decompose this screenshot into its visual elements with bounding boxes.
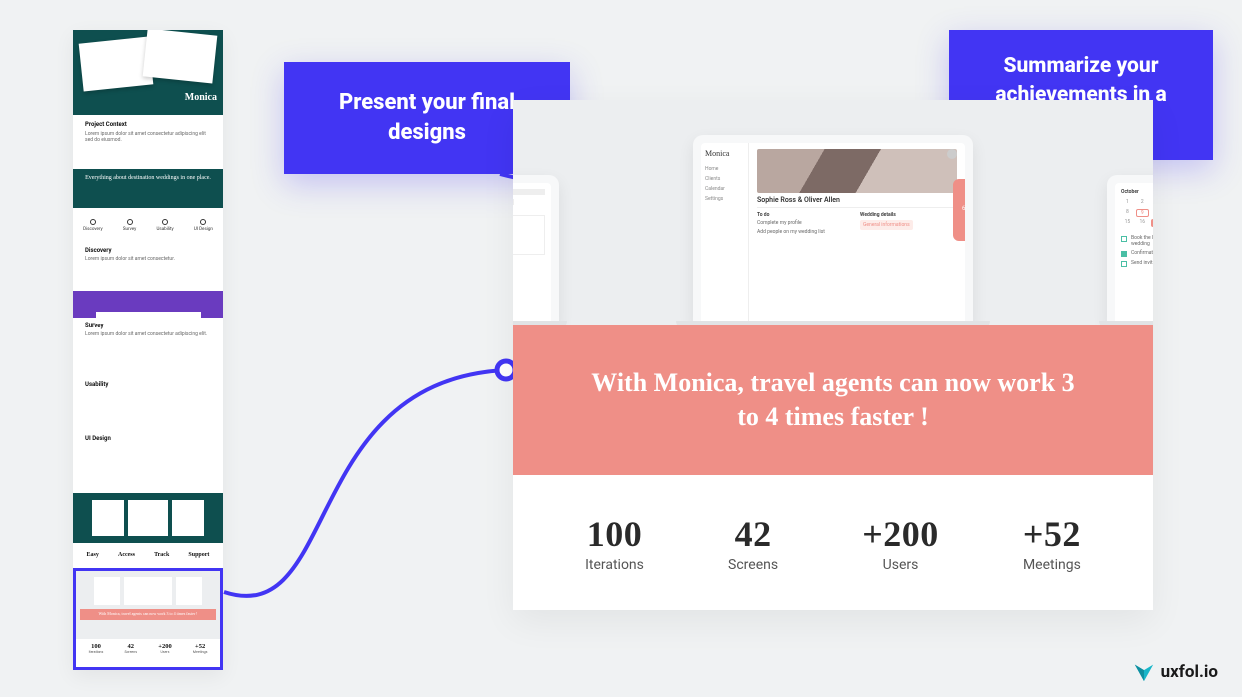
- mock-calendar: 1234567 891011121314 15161718192021: [1121, 199, 1153, 227]
- mock-countdown-widget: 6 months before your wedding: [953, 179, 965, 241]
- mock-pill: General informations: [860, 220, 913, 230]
- stat-label: Screens: [728, 557, 778, 573]
- thumb-feature: Access: [118, 552, 135, 558]
- mock-card-heading: Wedding details: [860, 212, 957, 218]
- thumb-step: Discovery: [83, 227, 103, 232]
- thumb-step: Usability: [156, 227, 173, 232]
- thumb-ui: UI Design: [73, 431, 223, 493]
- stat-label: Meetings: [1023, 557, 1081, 573]
- thumb-discovery: Discovery Lorem ipsum dolor sit amet con…: [73, 243, 223, 291]
- laptop-mockup-left: [513, 175, 559, 325]
- detail-panel: ‹ › Monica Home Clients Calendar: [513, 100, 1153, 610]
- thumb-usability: Usability: [73, 377, 223, 431]
- thumb-mini-stat-label: Meetings: [193, 650, 207, 654]
- brand-name: uxfol.io: [1161, 662, 1218, 682]
- thumb-feature: Easy: [87, 552, 99, 558]
- case-study-thumbnail: Monica Project Context Lorem ipsum dolor…: [73, 30, 223, 670]
- stat-value: 42: [728, 513, 778, 555]
- headline-band: With Monica, travel agents can now work …: [513, 325, 1153, 475]
- thumb-survey: Survey Lorem ipsum dolor sit amet consec…: [73, 318, 223, 376]
- mock-card-text: Add people on my wedding list: [757, 229, 854, 235]
- mock-nav-item: Settings: [705, 196, 744, 202]
- thumb-step: UI Design: [194, 227, 213, 232]
- stat-item: 42 Screens: [728, 513, 778, 573]
- stats-row: 100 Iterations 42 Screens +200 Users +52…: [513, 475, 1153, 610]
- stat-label: Iterations: [585, 557, 644, 573]
- thumb-hero-title: Monica: [185, 92, 217, 103]
- mock-profile-names: Sophie Ross & Oliver Allen: [757, 193, 957, 208]
- thumb-steps: Discovery Survey Usability UI Design: [73, 208, 223, 243]
- mock-nav-item: Calendar: [705, 186, 744, 192]
- thumb-discovery-heading: Discovery: [85, 247, 211, 254]
- stat-value: 100: [585, 513, 644, 555]
- thumb-band: Everything about destination weddings in…: [73, 169, 223, 208]
- thumb-mini-stat-label: Screens: [125, 650, 138, 654]
- stat-item: 100 Iterations: [585, 513, 644, 573]
- thumb-mini-stat-value: +52: [193, 643, 207, 650]
- brand-logo: uxfol.io: [1133, 661, 1218, 683]
- stat-value: +200: [862, 513, 939, 555]
- thumb-mini-band: With Monica, travel agents can now work …: [80, 609, 216, 620]
- thumb-feature: Track: [154, 552, 169, 558]
- thumb-mini-stats: 100Iterations 42Screens +200Users +52Mee…: [76, 639, 220, 667]
- thumb-feature: Support: [188, 552, 209, 558]
- stat-label: Users: [862, 557, 939, 573]
- laptop-mockup-right: October 1234567 891011121314 15161718192…: [1107, 175, 1153, 325]
- mock-task: Confirmation with caterer: [1131, 250, 1153, 256]
- mock-task: Send invites: [1131, 260, 1153, 266]
- stat-item: +200 Users: [862, 513, 939, 573]
- thumb-mini-final: With Monica, travel agents can now work …: [76, 571, 220, 639]
- mock-logo: Monica: [705, 149, 744, 158]
- avatar-icon: [947, 149, 957, 159]
- thumb-mini-ui: [73, 493, 223, 543]
- thumb-hero: Monica: [73, 30, 223, 115]
- stat-item: +52 Meetings: [1023, 513, 1081, 573]
- thumb-mini-stat-label: Iterations: [89, 650, 104, 654]
- thumb-purple-mock: [73, 291, 223, 318]
- thumb-mini-stat-label: Users: [158, 650, 171, 654]
- thumb-highlighted-section: With Monica, travel agents can now work …: [73, 568, 223, 670]
- thumb-step: Survey: [123, 227, 136, 232]
- mock-sidebar: Monica Home Clients Calendar Settings: [701, 143, 749, 325]
- mock-nav-item: Home: [705, 166, 744, 172]
- mock-card-heading: To do: [757, 212, 854, 218]
- mock-nav-item: Clients: [705, 176, 744, 182]
- mock-task: Book the location from Mary and John's w…: [1131, 235, 1153, 247]
- thumb-mini-stat-value: +200: [158, 643, 171, 650]
- headline-text: With Monica, travel agents can now work …: [583, 366, 1083, 434]
- thumb-mini-stat-value: 100: [89, 643, 104, 650]
- mockup-row: ‹ › Monica Home Clients Calendar: [513, 100, 1153, 325]
- thumb-usability-heading: Usability: [85, 381, 211, 388]
- thumb-project-heading: Project Context: [85, 121, 211, 128]
- thumb-features: Easy Access Track Support: [73, 543, 223, 568]
- uxfolio-logo-icon: [1133, 661, 1155, 683]
- stat-value: +52: [1023, 513, 1081, 555]
- mock-main: Sophie Ross & Oliver Allen To do Complet…: [749, 143, 965, 325]
- mock-widget-text: 6 months before your wedding: [962, 205, 965, 220]
- thumb-mini-stat-value: 42: [125, 643, 138, 650]
- mock-hero-photo: [757, 149, 957, 193]
- thumb-project: Project Context Lorem ipsum dolor sit am…: [73, 115, 223, 169]
- laptop-mockup-center: Monica Home Clients Calendar Settings So…: [693, 135, 973, 325]
- thumb-ui-heading: UI Design: [85, 435, 211, 442]
- mock-calendar-month: October: [1121, 189, 1153, 195]
- callout-text: Present your final designs: [312, 88, 542, 147]
